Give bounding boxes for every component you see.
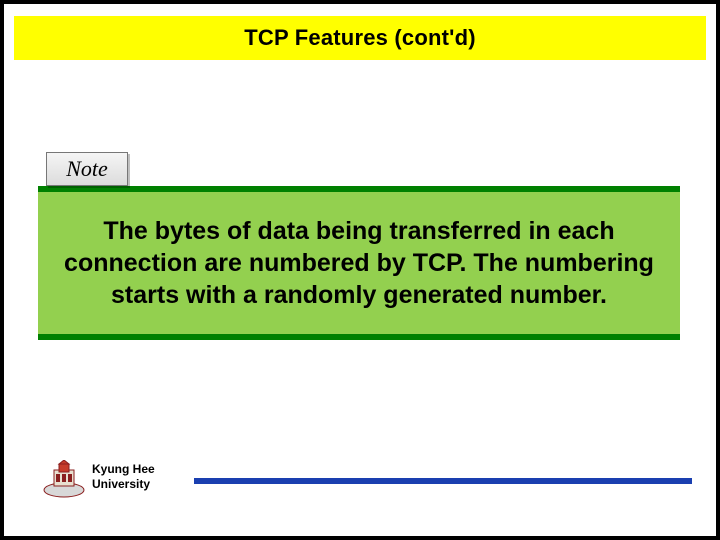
university-logo-icon	[42, 460, 86, 498]
footer-rule	[194, 478, 692, 484]
slide: TCP Features (cont'd) Note The bytes of …	[4, 4, 716, 536]
university-name-line2: University	[92, 477, 150, 491]
footer: Kyung Hee University	[42, 458, 698, 502]
note-tab: Note	[46, 152, 128, 186]
slide-title: TCP Features (cont'd)	[244, 25, 476, 51]
note-text: The bytes of data being transferred in e…	[56, 215, 662, 311]
university-name: Kyung Hee University	[92, 462, 155, 492]
university-name-line1: Kyung Hee	[92, 462, 155, 476]
note-label: Note	[66, 156, 108, 182]
title-bar: TCP Features (cont'd)	[14, 16, 706, 60]
note-body: The bytes of data being transferred in e…	[38, 192, 680, 334]
note-rule-bottom	[38, 334, 680, 340]
